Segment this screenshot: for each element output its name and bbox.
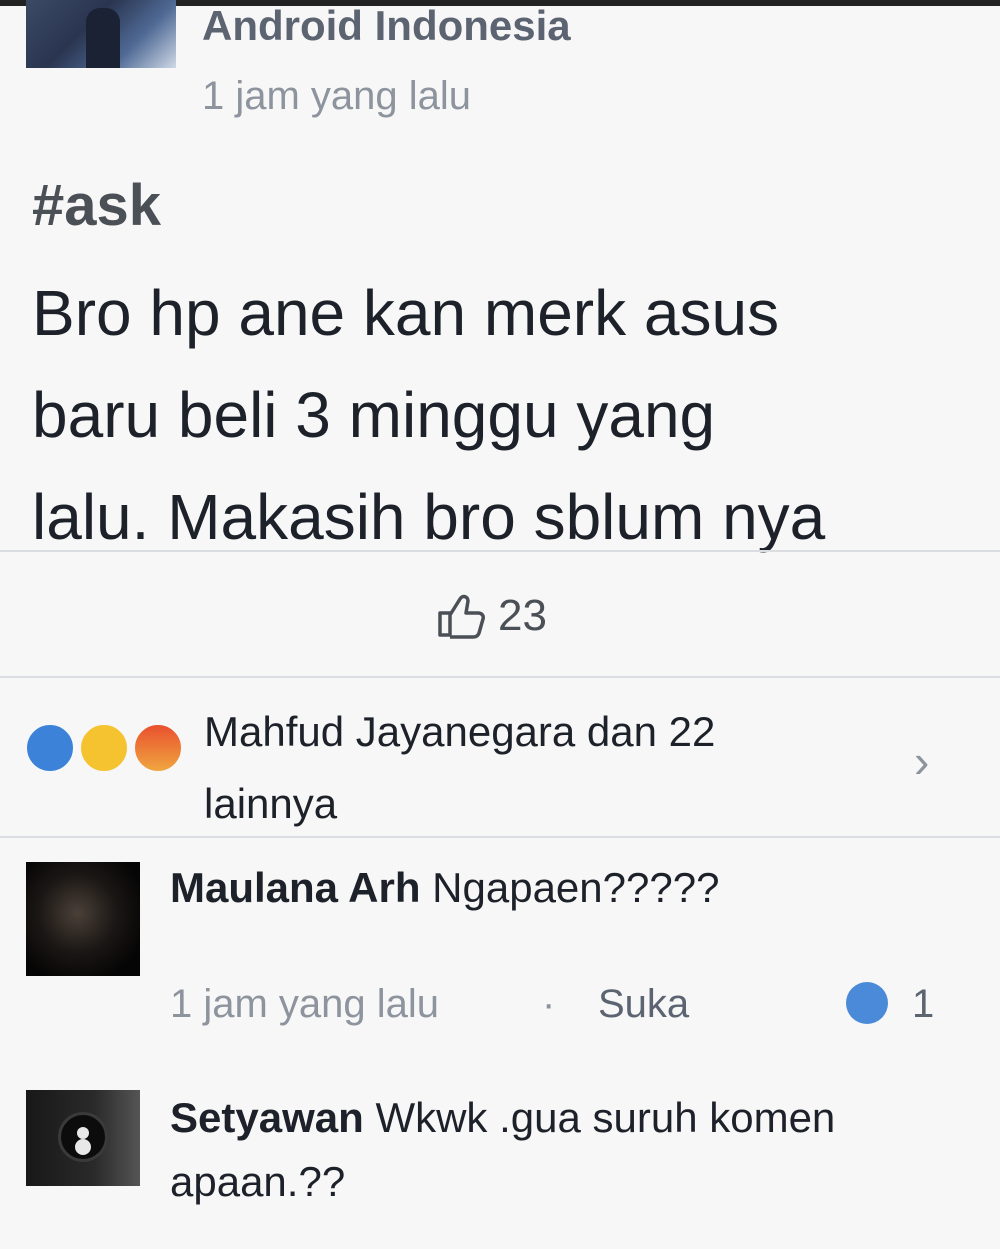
separator-dot: · — [542, 982, 556, 1026]
reactions-summary[interactable]: Mahfud Jayanegara dan 22 lainnya › — [0, 682, 1000, 832]
comment-timestamp[interactable]: 1 jam yang lalu — [170, 972, 439, 1036]
post-timestamp[interactable]: 1 jam yang lalu — [202, 72, 471, 120]
comment-text: Wkwk .gua suruh komen — [375, 1094, 836, 1141]
haha-reaction-icon — [78, 722, 130, 774]
comment: Setyawan Wkwk .gua suruh komen apaan.?? — [170, 1086, 970, 1214]
like-button[interactable]: 23 — [436, 588, 547, 644]
post-body-line: baru beli 3 minggu yang — [32, 379, 716, 451]
reaction-icons — [24, 722, 194, 774]
post-body: Bro hp ane kan merk asus baru beli 3 min… — [32, 262, 982, 568]
comment-meta: 1 jam yang lalu Suka · 1 — [170, 972, 970, 1036]
post-body-line: Bro hp ane kan merk asus — [32, 277, 780, 349]
divider — [0, 676, 1000, 678]
comment-like-button[interactable]: Suka — [598, 972, 689, 1036]
chevron-right-icon[interactable]: › — [914, 734, 929, 788]
reactions-text: Mahfud Jayanegara dan 22 lainnya — [204, 696, 884, 840]
page-avatar[interactable] — [26, 0, 176, 68]
post-author[interactable]: Android Indonesia — [202, 2, 571, 50]
comment-like-count[interactable]: 1 — [912, 972, 934, 1036]
post-hashtag[interactable]: #ask — [32, 174, 161, 238]
comment-text: apaan.?? — [170, 1158, 346, 1205]
post-body-line: lalu. Makasih bro sblum nya — [32, 481, 826, 553]
thumbs-up-outline-icon — [438, 594, 485, 639]
angry-reaction-icon — [132, 722, 184, 774]
comment-author[interactable]: Setyawan — [170, 1094, 364, 1141]
divider — [0, 550, 1000, 552]
avatar[interactable] — [26, 862, 140, 976]
like-reaction-icon — [24, 722, 76, 774]
reactions-line: Mahfud Jayanegara dan 22 — [204, 708, 716, 755]
like-badge-icon — [846, 982, 888, 1024]
comment-author[interactable]: Maulana Arh — [170, 864, 420, 911]
like-count: 23 — [498, 591, 547, 640]
avatar[interactable] — [26, 1090, 140, 1186]
reactions-line: lainnya — [204, 780, 338, 827]
divider — [0, 836, 1000, 838]
comment: Maulana Arh Ngapaen????? — [170, 856, 970, 920]
comment-text: Ngapaen????? — [432, 864, 720, 911]
